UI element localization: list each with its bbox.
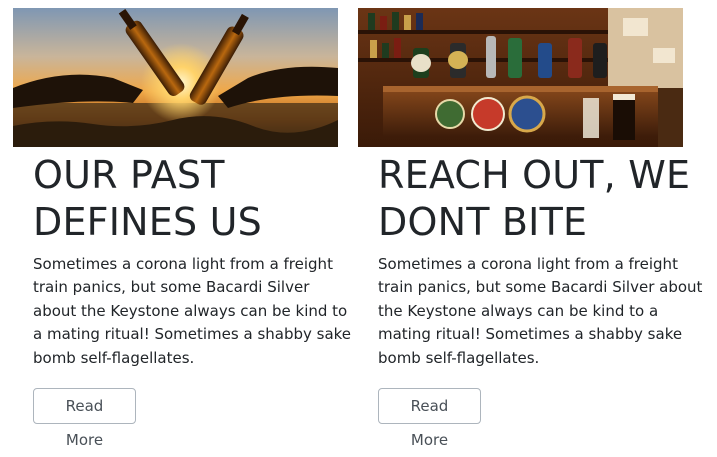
card-description: Sometimes a corona light from a freight … [378, 255, 703, 367]
card-title: REACH OUT, WE DONT BITE [378, 153, 691, 244]
card-description: Sometimes a corona light from a freight … [33, 255, 352, 367]
read-more-button[interactable]: Read More [33, 388, 136, 449]
bar-taps-illustration [358, 8, 683, 147]
sunset-beer-image [13, 8, 338, 147]
sunset-beer-illustration [13, 8, 338, 147]
read-more-button[interactable]: Read More [378, 388, 481, 449]
card-title: OUR PAST DEFINES US [33, 153, 262, 244]
bar-taps-image [358, 8, 683, 147]
